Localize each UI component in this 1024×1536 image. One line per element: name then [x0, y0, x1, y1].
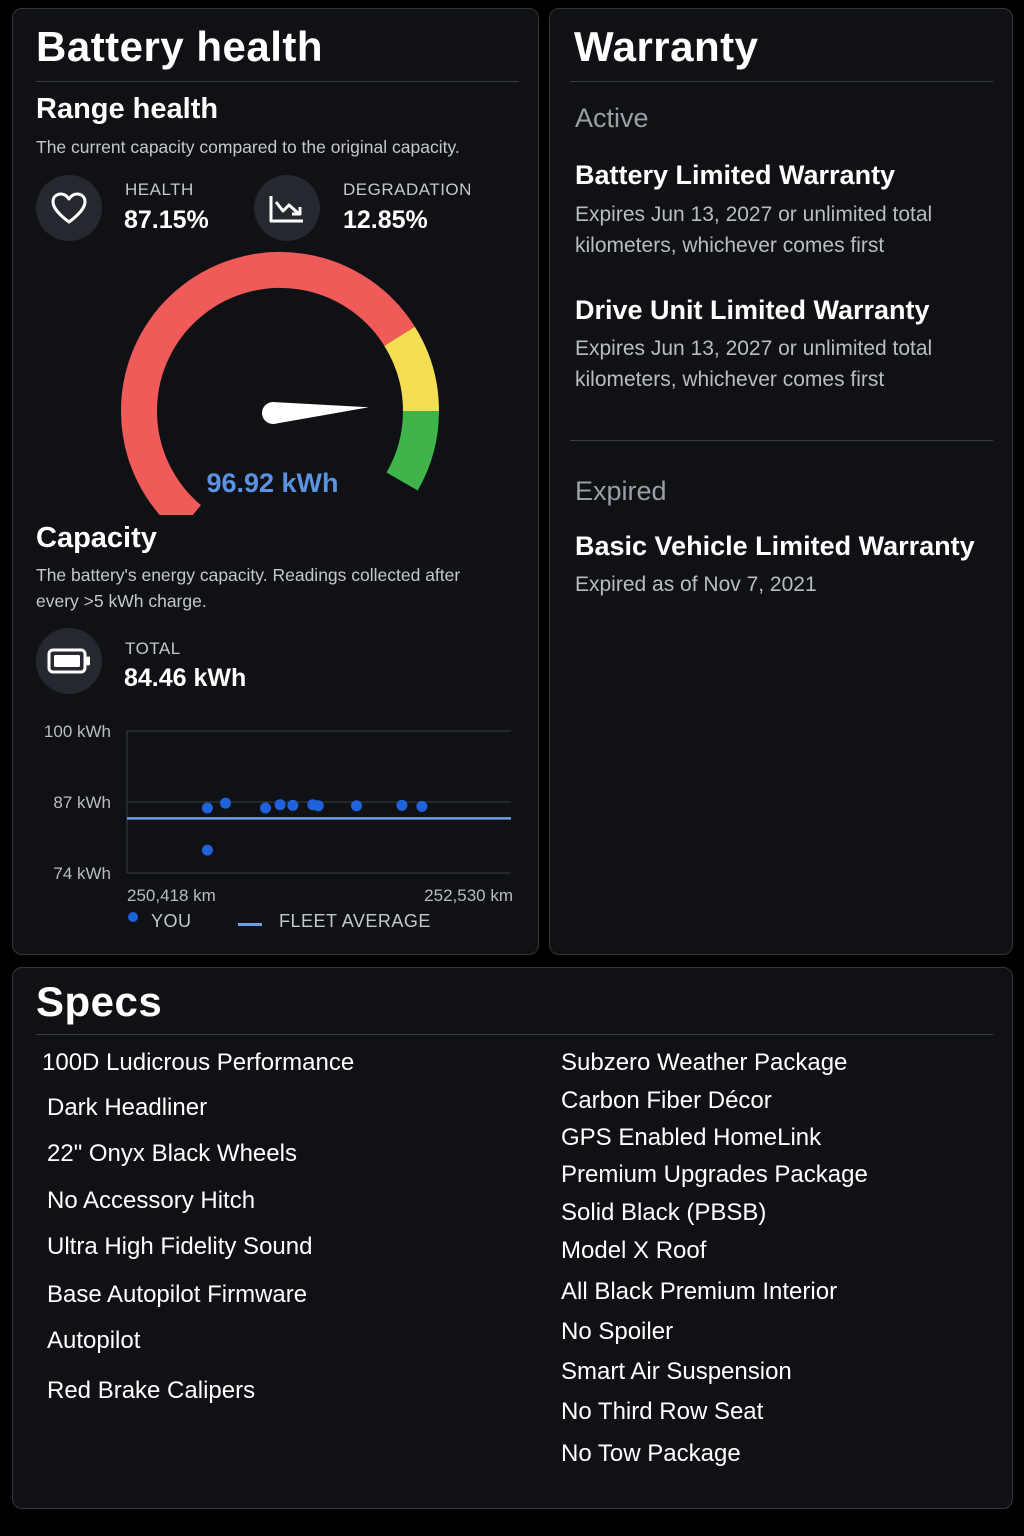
health-value: 87.15%	[124, 206, 209, 234]
active-section-label: Active	[575, 103, 649, 133]
spec-item: Subzero Weather Package	[561, 1049, 848, 1076]
data-point	[260, 802, 271, 814]
drive-unit-warranty-desc: Expires Jun 13, 2027 or unlimited total …	[575, 337, 933, 391]
gauge-yellow-segment	[384, 326, 439, 412]
basic-vehicle-warranty-desc: Expired as of Nov 7, 2021	[575, 573, 817, 596]
title-divider	[36, 81, 519, 82]
data-point	[220, 797, 231, 809]
range-health-title: Range health	[36, 93, 219, 125]
capacity-chart: 100 kWh 87 kWh 74 kWh 250,418 km 252,530 km	[44, 722, 513, 905]
total-label: TOTAL	[125, 639, 181, 658]
spec-item: Ultra High Fidelity Sound	[47, 1233, 313, 1260]
data-point	[351, 800, 362, 812]
y-tick-label: 74 kWh	[53, 864, 111, 883]
battery-icon	[36, 628, 102, 694]
data-point	[287, 799, 299, 811]
heart-icon	[36, 175, 102, 241]
spec-item: 22" Onyx Black Wheels	[47, 1140, 297, 1167]
degradation-label: DEGRADATION	[343, 180, 472, 199]
spec-item: 100D Ludicrous Performance	[42, 1049, 355, 1076]
y-tick-label: 87 kWh	[53, 793, 111, 812]
warranty-card: Warranty Active Battery Limited Warranty…	[549, 8, 1013, 955]
range-health-description: The current capacity compared to the ori…	[36, 137, 460, 157]
spec-item: No Spoiler	[561, 1318, 674, 1345]
section-divider	[570, 440, 993, 441]
x-tick-label: 252,530 km	[424, 886, 513, 905]
spec-item: Premium Upgrades Package	[561, 1161, 868, 1188]
spec-item: GPS Enabled HomeLink	[561, 1124, 822, 1151]
battery-warranty-desc: Expires Jun 13, 2027 or unlimited total …	[575, 203, 933, 257]
data-point	[201, 802, 213, 814]
data-point	[201, 844, 213, 856]
spec-item: No Tow Package	[561, 1440, 741, 1467]
gauge-needle	[272, 402, 369, 424]
spec-item: Autopilot	[47, 1327, 141, 1354]
battery-health-title: Battery health	[36, 23, 324, 70]
spec-item: Base Autopilot Firmware	[47, 1281, 308, 1308]
spec-item: Carbon Fiber Décor	[561, 1087, 772, 1114]
health-label: HEALTH	[125, 180, 194, 199]
spec-item: All Black Premium Interior	[561, 1278, 838, 1305]
legend-fleet-label: FLEET AVERAGE	[279, 911, 431, 931]
legend-you-marker	[128, 912, 138, 922]
spec-item: Dark Headliner	[47, 1094, 208, 1121]
data-point	[312, 800, 324, 812]
basic-vehicle-warranty-title: Basic Vehicle Limited Warranty	[575, 531, 975, 561]
title-divider	[570, 81, 993, 82]
spec-item: Solid Black (PBSB)	[561, 1199, 767, 1226]
degradation-value: 12.85%	[343, 206, 428, 234]
capacity-description: The battery's energy capacity. Readings …	[36, 565, 461, 611]
x-tick-label: 250,418 km	[127, 886, 216, 905]
specs-title: Specs	[36, 978, 163, 1025]
total-value: 84.46 kWh	[124, 664, 247, 692]
data-point	[416, 800, 428, 812]
data-point	[274, 799, 286, 811]
drive-unit-warranty-title: Drive Unit Limited Warranty	[575, 295, 930, 325]
gauge-value: 96.92 kWh	[206, 468, 339, 498]
spec-item: No Accessory Hitch	[47, 1187, 256, 1214]
spec-item: Model X Roof	[561, 1237, 707, 1264]
data-point	[396, 799, 408, 811]
specs-card: Specs 100D Ludicrous Performance Dark He…	[12, 967, 1013, 1509]
warranty-title: Warranty	[574, 23, 759, 70]
gauge-needle-hub	[262, 402, 284, 424]
spec-item: Red Brake Calipers	[47, 1377, 256, 1404]
title-divider	[36, 1034, 993, 1035]
legend-you-label: YOU	[151, 911, 192, 931]
battery-warranty-title: Battery Limited Warranty	[575, 160, 896, 190]
capacity-title: Capacity	[36, 522, 157, 554]
expired-section-label: Expired	[575, 476, 667, 506]
battery-health-card: Battery health Range health The current …	[12, 8, 539, 955]
spec-item: No Third Row Seat	[561, 1398, 764, 1425]
legend-fleet-marker	[238, 923, 262, 926]
trend-down-icon	[254, 175, 320, 241]
spec-item: Smart Air Suspension	[561, 1358, 792, 1385]
y-tick-label: 100 kWh	[44, 722, 111, 741]
